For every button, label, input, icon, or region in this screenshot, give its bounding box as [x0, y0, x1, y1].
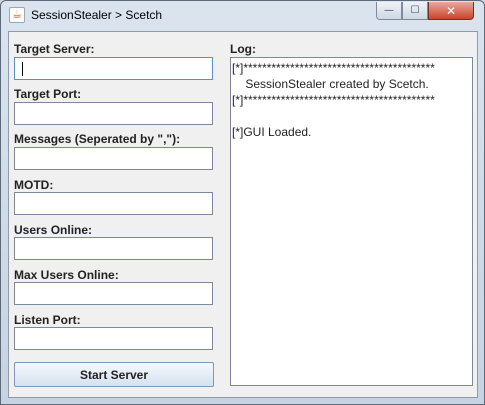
log-label: Log: — [230, 42, 256, 56]
start-server-button[interactable]: Start Server — [14, 362, 214, 387]
users-online-label: Users Online: — [14, 223, 93, 237]
maximize-button[interactable]: ☐ — [402, 2, 428, 20]
main-panel: Target Server: Target Port: Messages (Se… — [8, 31, 478, 398]
target-server-label: Target Server: — [14, 42, 95, 56]
messages-input[interactable] — [14, 147, 213, 170]
listen-port-input[interactable] — [14, 327, 213, 350]
log-line: SessionStealer created by Scetch. — [232, 77, 429, 91]
messages-label: Messages (Seperated by ","): — [14, 132, 181, 146]
target-port-input[interactable] — [14, 102, 213, 125]
target-port-label: Target Port: — [14, 87, 82, 101]
minimize-button[interactable]: — — [376, 2, 402, 20]
max-users-online-input[interactable] — [14, 282, 213, 305]
title-bar[interactable]: ☕ SessionStealer > Scetch — ☐ ✕ — [1, 1, 484, 31]
text-caret — [22, 62, 23, 76]
target-server-input[interactable] — [14, 57, 213, 80]
motd-input[interactable] — [14, 192, 213, 215]
max-users-online-label: Max Users Online: — [14, 268, 119, 282]
log-line: [*]*************************************… — [232, 93, 435, 107]
app-window: ☕ SessionStealer > Scetch — ☐ ✕ Target S… — [0, 0, 485, 405]
log-line: [*]*************************************… — [232, 61, 435, 75]
close-button[interactable]: ✕ — [428, 2, 474, 20]
window-title: SessionStealer > Scetch — [31, 8, 163, 22]
users-online-input[interactable] — [14, 237, 213, 260]
listen-port-label: Listen Port: — [14, 313, 81, 327]
log-textarea[interactable]: [*]*************************************… — [230, 57, 473, 386]
motd-label: MOTD: — [14, 178, 54, 192]
log-line: [*]GUI Loaded. — [232, 125, 312, 139]
java-icon: ☕ — [9, 7, 25, 23]
